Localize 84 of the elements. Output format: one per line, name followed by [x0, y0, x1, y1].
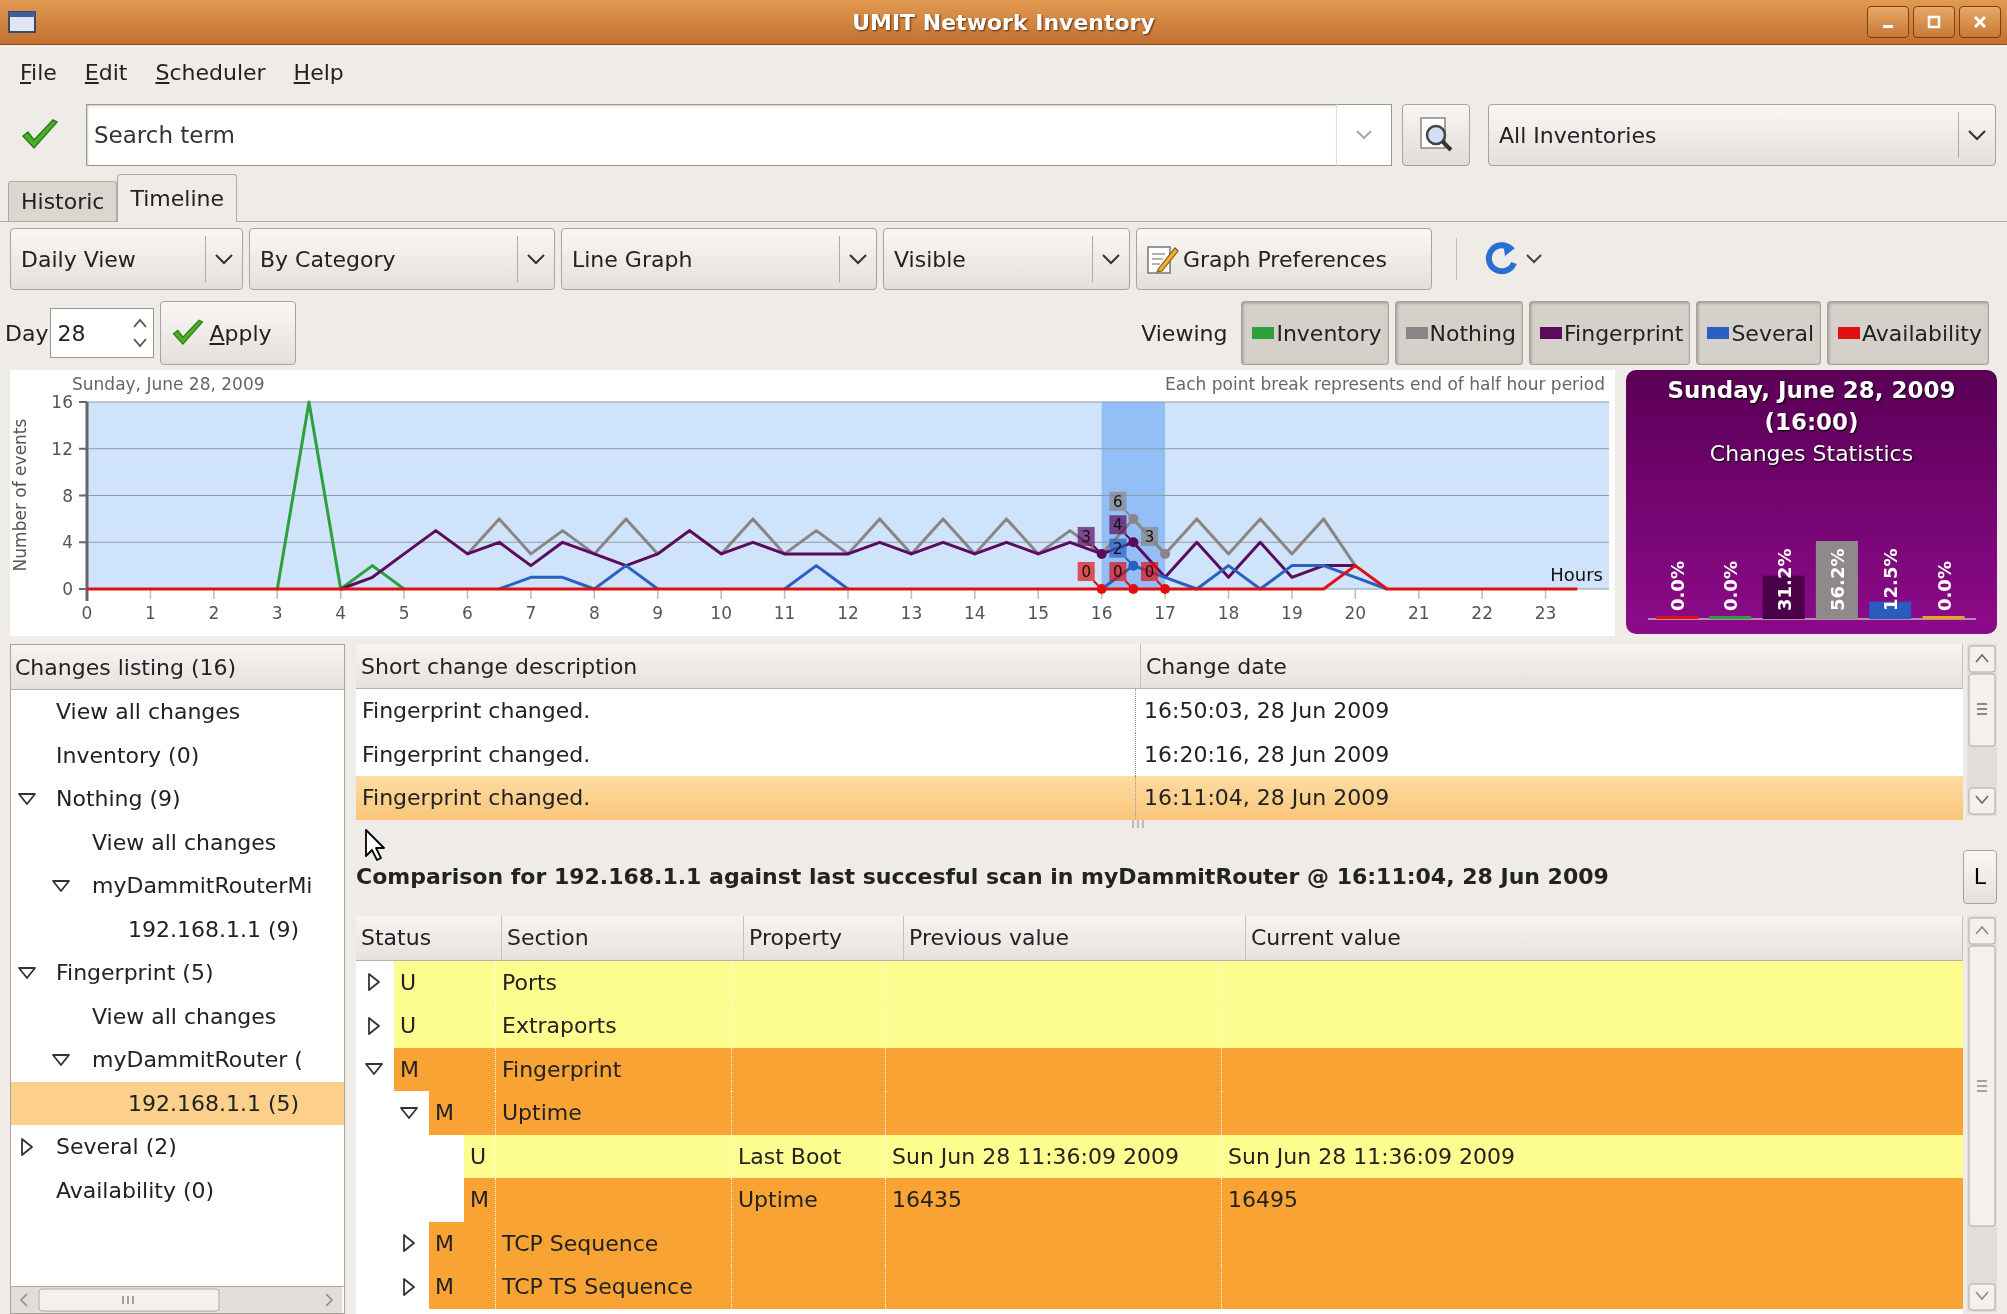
- axis-tick-label: 4: [335, 603, 347, 623]
- data-label: 0: [1077, 562, 1107, 594]
- bar-value-label: 31.2%: [1773, 548, 1795, 611]
- annotation: 0: [1081, 563, 1091, 581]
- annotation: 3: [1081, 527, 1091, 546]
- table-cell: M: [429, 1091, 496, 1135]
- axis-tick-label: 17: [1154, 603, 1176, 623]
- table-cell: M: [464, 1178, 496, 1222]
- statistics-time: (16:00): [1764, 408, 1859, 437]
- annotation: 0: [1144, 563, 1155, 581]
- annotation: 4: [1113, 516, 1123, 535]
- table-cell-text: Fingerprint changed.: [361, 784, 592, 813]
- axis-tick-label: 20: [1344, 603, 1367, 623]
- bar-value-label: 0.0%: [1666, 561, 1688, 611]
- axis-tick-label: 22: [1471, 603, 1493, 623]
- annotation: 2: [1113, 539, 1123, 558]
- annotation: 0: [1113, 563, 1123, 581]
- table-cell: Last Boot: [732, 1134, 886, 1178]
- day-label: Day: [5, 320, 49, 346]
- table-cell-text: Fingerprint changed.: [361, 740, 592, 769]
- table-cell: TCP Sequence: [496, 1221, 732, 1265]
- axis-tick-label: 10: [710, 603, 732, 623]
- axis-tick-label: 12: [51, 438, 73, 459]
- bar-value-label: 56.2%: [1826, 548, 1848, 611]
- axis-tick-label: 23: [1534, 603, 1557, 623]
- table-cell: U: [394, 960, 496, 1004]
- axis-tick-label: 13: [900, 603, 923, 623]
- table-cell: Uptime: [496, 1091, 732, 1135]
- bar-value-label: 0.0%: [1719, 561, 1741, 611]
- table-cell: 16495: [1222, 1178, 1963, 1222]
- table-cell-text: Fingerprint changed.: [361, 697, 592, 726]
- table-cell: U: [464, 1134, 496, 1178]
- axis-tick-label: 14: [964, 603, 986, 623]
- table-cell: M: [429, 1265, 496, 1309]
- table-cell: Ports: [496, 960, 732, 1004]
- axis-tick-label: 0: [62, 579, 73, 599]
- axis-tick-label: 16: [51, 392, 73, 412]
- data-label: 3: [1077, 526, 1107, 559]
- axis-tick-label: 4: [62, 532, 73, 553]
- axis-tick-label: 8: [588, 603, 600, 623]
- table-cell: 16435: [886, 1178, 1222, 1222]
- table-cell: TCP TS Sequence: [496, 1265, 732, 1309]
- axis-tick-label: 21: [1407, 603, 1430, 623]
- table-cell: Sun Jun 28 11:36:09 2009: [886, 1134, 1222, 1178]
- chart-note: Each point break represents end of half hour period: [1165, 374, 1605, 394]
- axis-tick-label: 18: [1217, 603, 1240, 623]
- axis-tick-label: 15: [1027, 603, 1050, 623]
- chart-title: Sunday, June 28, 2009: [72, 374, 265, 394]
- bar-value-label: 0.0%: [1933, 561, 1954, 611]
- annotation: 3: [1144, 527, 1155, 546]
- axis-tick-label: 5: [398, 603, 410, 623]
- table-cell: M: [394, 1047, 496, 1091]
- axis-tick-label: 8: [62, 485, 73, 506]
- table-cell: Sun Jun 28 11:36:09 2009: [1222, 1134, 1963, 1178]
- axis-tick-label: 2: [208, 603, 220, 623]
- comparison-heading: Comparison for 192.168.1.1 against last succesful scan in myDammitRouter @ 16:11:04, 28 Jun 2009: [356, 864, 1610, 889]
- table-cell: 16:11:04, 28 Jun 2009: [1135, 776, 1390, 820]
- table-cell: 16:50:03, 28 Jun 2009: [1135, 689, 1390, 733]
- table-cell: Uptime: [732, 1178, 886, 1222]
- axis-tick-label: 6: [462, 603, 473, 623]
- viewing-label: Viewing: [1141, 320, 1228, 346]
- table-cell: U: [394, 1004, 496, 1048]
- axis-tick-label: 0: [81, 603, 93, 623]
- axis-tick-label: 16: [1090, 603, 1113, 623]
- axis-tick-label: 3: [271, 603, 283, 623]
- data-label: 0: [1109, 562, 1139, 594]
- axis-tick-label: 1: [145, 603, 156, 623]
- table-cell: Fingerprint: [496, 1047, 732, 1091]
- bar-value-label: 12.5%: [1879, 548, 1901, 611]
- axis-tick-label: 7: [525, 603, 537, 623]
- statistics-title: Changes Statistics: [1709, 440, 1914, 468]
- data-label: 0: [1141, 562, 1171, 594]
- table-cell: M: [429, 1221, 496, 1265]
- data-label: 3: [1141, 526, 1171, 559]
- axis-tick-label: 9: [652, 603, 664, 623]
- axis-tick-label: 12: [837, 603, 859, 623]
- axis-title: Number of events: [10, 418, 30, 572]
- annotation: 6: [1113, 492, 1123, 511]
- axis-tick-label: 11: [773, 603, 796, 623]
- axis-title: Hours: [1550, 564, 1603, 585]
- table-cell: Extraports: [496, 1004, 732, 1048]
- statistics-date: Sunday, June 28, 2009: [1667, 376, 1956, 405]
- window-title: UMIT Network Inventory: [851, 9, 1156, 35]
- axis-tick-label: 19: [1281, 603, 1303, 623]
